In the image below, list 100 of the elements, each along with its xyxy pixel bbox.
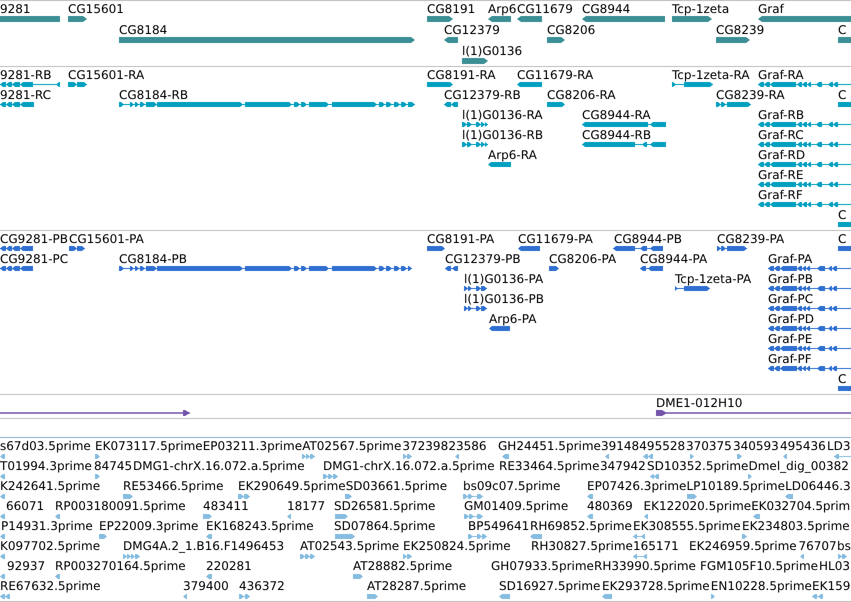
clone-feature[interactable]: [656, 410, 851, 416]
protein-feature[interactable]: [0, 246, 33, 251]
est-feature[interactable]: [123, 494, 133, 499]
transcript-feature[interactable]: [758, 82, 851, 87]
est-feature[interactable]: [643, 454, 653, 459]
est-feature[interactable]: [812, 594, 823, 599]
est-feature[interactable]: [650, 474, 659, 479]
est-feature[interactable]: [468, 534, 487, 539]
protein-feature[interactable]: [464, 306, 487, 311]
est-feature[interactable]: [95, 474, 100, 479]
est-feature[interactable]: [633, 534, 645, 539]
est-feature[interactable]: [742, 534, 747, 539]
est-feature[interactable]: [644, 514, 648, 519]
transcript-feature[interactable]: [0, 102, 34, 107]
gene-feature[interactable]: [758, 16, 851, 22]
est-feature[interactable]: [302, 454, 315, 459]
transcript-feature[interactable]: [488, 162, 511, 167]
est-feature[interactable]: [687, 494, 697, 499]
transcript-feature[interactable]: [758, 162, 851, 167]
est-feature[interactable]: [800, 554, 804, 559]
est-feature[interactable]: [838, 554, 847, 559]
transcript-feature[interactable]: [444, 102, 458, 107]
est-feature[interactable]: [206, 574, 212, 579]
transcript-feature[interactable]: [758, 202, 851, 207]
est-feature[interactable]: [0, 594, 10, 599]
est-feature[interactable]: [99, 534, 107, 539]
est-feature[interactable]: [353, 574, 363, 579]
transcript-feature[interactable]: [758, 182, 851, 187]
protein-feature[interactable]: [768, 306, 851, 311]
est-feature[interactable]: [587, 514, 593, 519]
gene-feature[interactable]: [444, 37, 458, 43]
est-feature[interactable]: [345, 494, 352, 499]
est-feature[interactable]: [834, 454, 851, 459]
protein-feature[interactable]: [445, 266, 458, 271]
est-feature[interactable]: [463, 494, 483, 499]
protein-feature[interactable]: [0, 266, 33, 271]
protein-feature[interactable]: [675, 286, 710, 291]
protein-feature[interactable]: [489, 326, 510, 331]
protein-feature[interactable]: [119, 266, 412, 271]
est-feature[interactable]: [737, 454, 742, 459]
transcript-feature[interactable]: [758, 122, 851, 127]
protein-feature[interactable]: [768, 286, 851, 291]
protein-feature[interactable]: [549, 266, 559, 271]
est-feature[interactable]: [748, 474, 752, 479]
est-feature[interactable]: [0, 534, 5, 539]
protein-feature[interactable]: [69, 246, 85, 251]
est-feature[interactable]: [605, 454, 609, 459]
transcript-feature[interactable]: [462, 122, 488, 127]
est-feature[interactable]: [587, 494, 593, 499]
protein-feature[interactable]: [613, 246, 663, 251]
est-feature[interactable]: [239, 594, 250, 599]
transcript-feature[interactable]: [547, 102, 565, 107]
est-feature[interactable]: [633, 554, 647, 559]
transcript-feature[interactable]: [68, 82, 87, 87]
transcript-feature[interactable]: [427, 82, 453, 87]
est-feature[interactable]: [183, 594, 187, 599]
est-feature[interactable]: [499, 594, 510, 599]
est-feature[interactable]: [123, 554, 140, 559]
protein-feature[interactable]: [518, 246, 540, 251]
transcript-feature[interactable]: [119, 102, 415, 107]
transcript-feature[interactable]: [0, 82, 60, 87]
est-feature[interactable]: [403, 454, 412, 459]
est-feature[interactable]: [95, 454, 100, 459]
est-feature[interactable]: [0, 454, 5, 459]
protein-feature[interactable]: [464, 286, 487, 291]
protein-feature[interactable]: [717, 246, 747, 251]
est-feature[interactable]: [783, 454, 787, 459]
protein-feature[interactable]: [427, 246, 445, 251]
est-feature[interactable]: [455, 454, 459, 459]
est-feature[interactable]: [785, 494, 793, 499]
est-feature[interactable]: [287, 514, 291, 519]
gene-feature[interactable]: [427, 16, 453, 22]
est-feature[interactable]: [55, 574, 60, 579]
transcript-feature[interactable]: [462, 142, 488, 147]
protein-feature[interactable]: [640, 266, 663, 271]
transcript-feature[interactable]: [716, 102, 751, 107]
gene-feature[interactable]: [517, 16, 542, 22]
est-feature[interactable]: [530, 534, 542, 539]
protein-feature[interactable]: [768, 346, 851, 351]
est-feature[interactable]: [323, 474, 338, 479]
transcript-feature[interactable]: [582, 142, 666, 147]
est-feature[interactable]: [753, 514, 760, 519]
est-feature[interactable]: [300, 554, 315, 559]
est-feature[interactable]: [602, 594, 612, 599]
est-feature[interactable]: [0, 494, 5, 499]
gene-feature[interactable]: [488, 16, 511, 22]
gene-feature[interactable]: [716, 37, 750, 43]
est-feature[interactable]: [502, 454, 509, 459]
est-feature[interactable]: [0, 574, 5, 579]
est-feature[interactable]: [55, 514, 60, 519]
gene-feature[interactable]: [582, 16, 665, 22]
est-feature[interactable]: [690, 454, 694, 459]
est-feature[interactable]: [0, 514, 5, 519]
protein-feature[interactable]: [768, 266, 851, 271]
clone-feature[interactable]: [0, 410, 190, 416]
transcript-feature[interactable]: [582, 122, 666, 127]
est-feature[interactable]: [711, 594, 715, 599]
transcript-feature[interactable]: [758, 142, 851, 147]
protein-feature[interactable]: [768, 366, 851, 371]
est-feature[interactable]: [403, 554, 412, 559]
